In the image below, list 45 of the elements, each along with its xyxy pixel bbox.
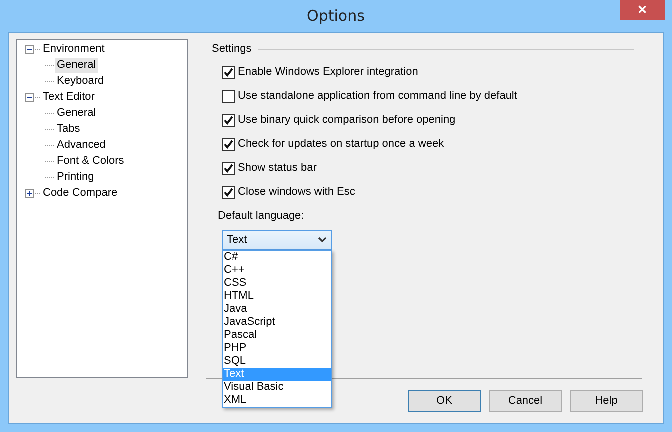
checkbox-label: Use binary quick comparison before opening <box>238 114 456 126</box>
tree-item[interactable]: Tabs <box>55 122 82 136</box>
collapse-icon[interactable] <box>25 44 34 54</box>
dropdown-option[interactable]: SQL <box>223 355 331 368</box>
dropdown-option[interactable]: C# <box>223 251 331 264</box>
dropdown-option[interactable]: Visual Basic <box>223 381 331 394</box>
checkbox-label: Check for updates on startup once a week <box>238 138 444 150</box>
tree-item[interactable]: General <box>55 106 98 120</box>
collapse-icon[interactable] <box>25 92 34 102</box>
dropdown-option[interactable]: PHP <box>223 342 331 355</box>
dropdown-option[interactable]: HTML <box>223 290 331 303</box>
dropdown-option[interactable]: Pascal <box>223 329 331 342</box>
dialog-button[interactable]: Cancel <box>489 390 562 412</box>
checkbox-label: Enable Windows Explorer integration <box>238 66 418 78</box>
tree-item[interactable]: Printing <box>55 170 96 184</box>
expand-icon[interactable] <box>25 188 34 198</box>
checkbox[interactable] <box>222 66 235 78</box>
language-dropdown[interactable]: Text <box>222 230 332 250</box>
tree-item[interactable]: Advanced <box>55 138 108 152</box>
checkbox[interactable] <box>222 114 235 126</box>
tree-item[interactable]: General <box>55 58 98 72</box>
checkbox-label: Close windows with Esc <box>238 186 356 198</box>
dropdown-option[interactable]: CSS <box>223 277 331 290</box>
checkbox-label: Use standalone application from command line by default <box>238 90 518 102</box>
tree-item[interactable]: Environment <box>41 42 107 56</box>
tree-item[interactable]: Keyboard <box>55 74 106 88</box>
dialog-button[interactable]: Help <box>570 390 643 412</box>
close-button[interactable]: ✕ <box>620 0 665 20</box>
window-title: Options <box>307 7 365 25</box>
dropdown-option[interactable]: XML <box>223 394 331 407</box>
checkbox[interactable] <box>222 162 235 174</box>
tree-item[interactable]: Font & Colors <box>55 154 126 168</box>
field-label: Default language: <box>218 210 306 224</box>
tree-item[interactable]: Text Editor <box>41 90 97 104</box>
dropdown-option[interactable]: Java <box>223 303 331 316</box>
dialog-button[interactable]: OK <box>408 390 481 412</box>
checkbox[interactable] <box>222 138 235 150</box>
checkbox[interactable] <box>222 186 235 198</box>
dropdown-option[interactable]: C++ <box>223 264 331 277</box>
checkbox[interactable] <box>222 90 235 102</box>
dropdown-option[interactable]: JavaScript <box>223 316 331 329</box>
group-title: Settings <box>212 43 252 55</box>
tree-item[interactable]: Code Compare <box>41 186 120 200</box>
checkbox-label: Show status bar <box>238 162 317 174</box>
chevron-icon <box>318 237 327 243</box>
